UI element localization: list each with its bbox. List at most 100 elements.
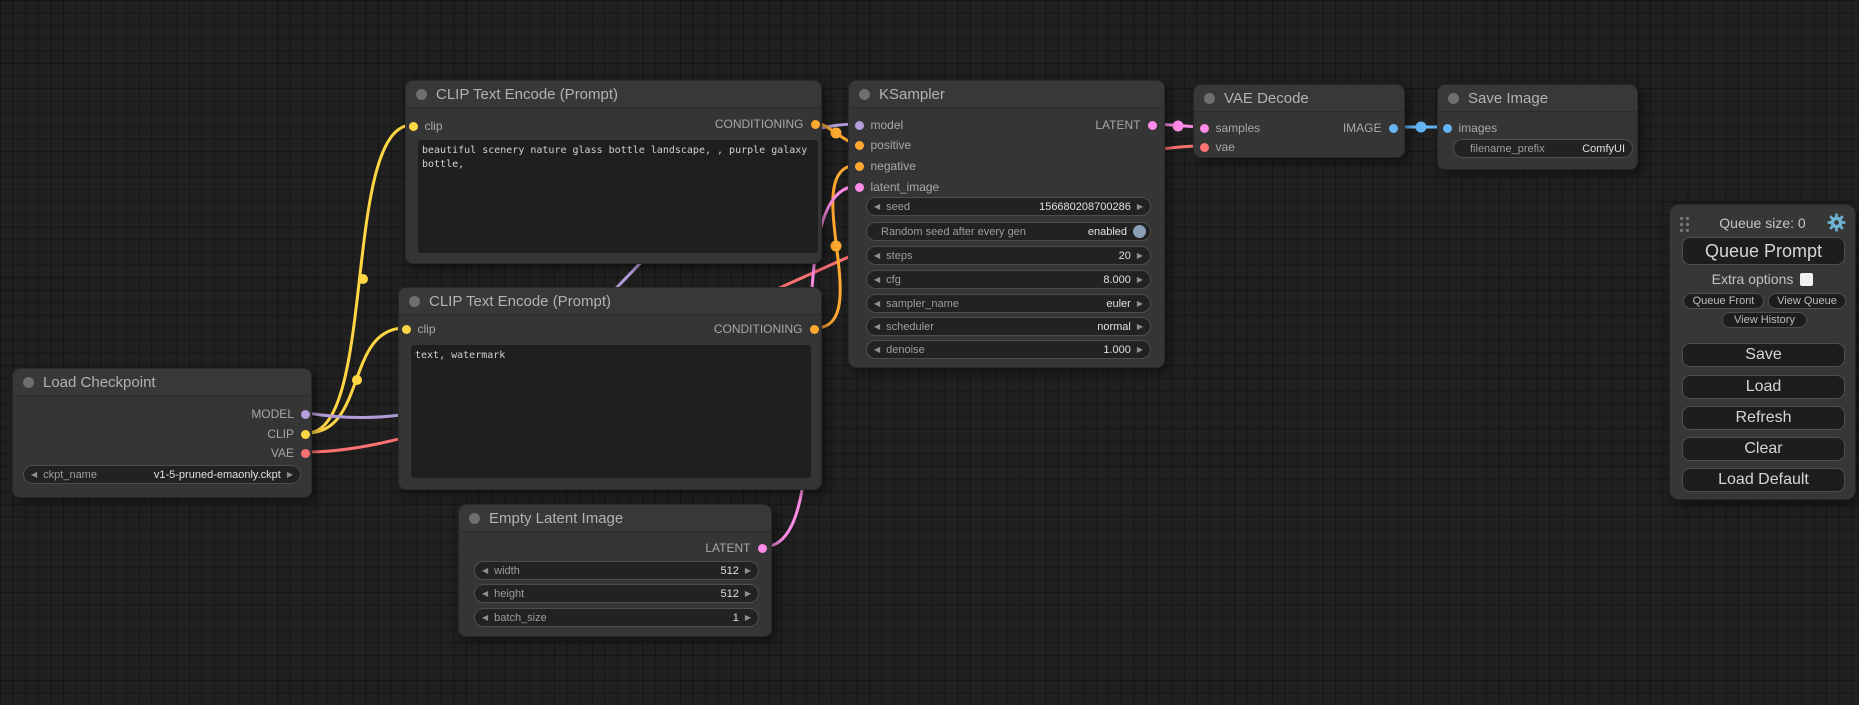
- output-slot-image[interactable]: IMAGE: [1343, 119, 1398, 137]
- height-widget[interactable]: ◀ height 512 ▶: [474, 584, 759, 603]
- increment-arrow-icon[interactable]: ▶: [1137, 276, 1143, 284]
- cfg-widget[interactable]: ◀ cfg 8.000 ▶: [866, 270, 1151, 289]
- extra-options-checkbox[interactable]: [1800, 273, 1813, 286]
- node-title-bar[interactable]: Empty Latent Image: [459, 505, 771, 532]
- node-ksampler[interactable]: KSampler model positive negative latent_…: [848, 80, 1165, 368]
- width-widget[interactable]: ◀ width 512 ▶: [474, 561, 759, 580]
- queue-front-button[interactable]: Queue Front: [1683, 293, 1764, 309]
- node-title-bar[interactable]: Save Image: [1438, 85, 1637, 112]
- output-slot-latent[interactable]: LATENT: [1095, 116, 1156, 134]
- node-title-bar[interactable]: KSampler: [849, 81, 1164, 108]
- node-vae-decode[interactable]: VAE Decode samples vae IMAGE: [1193, 84, 1405, 158]
- image-port-icon[interactable]: [1389, 124, 1398, 133]
- node-title-bar[interactable]: CLIP Text Encode (Prompt): [406, 81, 821, 108]
- node-title-bar[interactable]: Load Checkpoint: [13, 369, 311, 396]
- output-slot-conditioning[interactable]: CONDITIONING: [714, 320, 819, 338]
- collapse-dot-icon[interactable]: [416, 89, 427, 100]
- ckpt-name-widget[interactable]: ◀ ckpt_name v1-5-pruned-emaonly.ckpt ▶: [23, 465, 301, 484]
- decrement-arrow-icon[interactable]: ◀: [874, 346, 880, 354]
- input-slot-vae[interactable]: vae: [1200, 138, 1235, 156]
- scheduler-widget[interactable]: ◀ scheduler normal ▶: [866, 317, 1151, 336]
- increment-arrow-icon[interactable]: ▶: [745, 567, 751, 575]
- increment-arrow-icon[interactable]: ▶: [1137, 300, 1143, 308]
- comfyui-canvas[interactable]: { "colors": { "model": "#B39DDB", "clip"…: [0, 0, 1859, 705]
- node-clip-text-encode-negative[interactable]: CLIP Text Encode (Prompt) clip CONDITION…: [398, 287, 822, 490]
- decrement-arrow-icon[interactable]: ◀: [874, 323, 880, 331]
- negative-prompt-textarea[interactable]: text, watermark: [411, 345, 811, 478]
- collapse-dot-icon[interactable]: [23, 377, 34, 388]
- latent-port-icon[interactable]: [855, 183, 864, 192]
- filename-prefix-widget[interactable]: filename_prefix ComfyUI: [1453, 139, 1633, 158]
- output-slot-vae[interactable]: VAE: [271, 444, 310, 462]
- input-slot-samples[interactable]: samples: [1200, 119, 1261, 137]
- input-slot-latent-image[interactable]: latent_image: [855, 178, 940, 196]
- random-seed-widget[interactable]: Random seed after every gen enabled: [866, 222, 1151, 241]
- denoise-widget[interactable]: ◀ denoise 1.000 ▶: [866, 340, 1151, 359]
- output-slot-clip[interactable]: CLIP: [267, 425, 310, 443]
- clear-button[interactable]: Clear: [1682, 437, 1845, 461]
- view-queue-button[interactable]: View Queue: [1768, 293, 1846, 309]
- vae-port-icon[interactable]: [301, 449, 310, 458]
- input-slot-clip[interactable]: clip: [402, 320, 436, 338]
- decrement-arrow-icon[interactable]: ◀: [874, 300, 880, 308]
- latent-port-icon[interactable]: [1200, 124, 1209, 133]
- decrement-arrow-icon[interactable]: ◀: [31, 471, 37, 479]
- refresh-button[interactable]: Refresh: [1682, 406, 1845, 430]
- steps-widget[interactable]: ◀ steps 20 ▶: [866, 246, 1151, 265]
- collapse-dot-icon[interactable]: [1204, 93, 1215, 104]
- queue-prompt-button[interactable]: Queue Prompt: [1682, 237, 1845, 265]
- input-slot-clip[interactable]: clip: [409, 117, 443, 135]
- increment-arrow-icon[interactable]: ▶: [1137, 323, 1143, 331]
- increment-arrow-icon[interactable]: ▶: [745, 590, 751, 598]
- input-slot-model[interactable]: model: [855, 116, 904, 134]
- load-button[interactable]: Load: [1682, 375, 1845, 399]
- increment-arrow-icon[interactable]: ▶: [1137, 252, 1143, 260]
- decrement-arrow-icon[interactable]: ◀: [482, 590, 488, 598]
- node-save-image[interactable]: Save Image images filename_prefix ComfyU…: [1437, 84, 1638, 170]
- increment-arrow-icon[interactable]: ▶: [287, 471, 293, 479]
- model-port-icon[interactable]: [301, 410, 310, 419]
- decrement-arrow-icon[interactable]: ◀: [482, 614, 488, 622]
- positive-prompt-textarea[interactable]: beautiful scenery nature glass bottle la…: [418, 140, 818, 253]
- output-slot-latent[interactable]: LATENT: [705, 539, 766, 557]
- decrement-arrow-icon[interactable]: ◀: [874, 252, 880, 260]
- collapse-dot-icon[interactable]: [409, 296, 420, 307]
- decrement-arrow-icon[interactable]: ◀: [874, 276, 880, 284]
- conditioning-port-icon[interactable]: [855, 162, 864, 171]
- clip-port-icon[interactable]: [409, 122, 418, 131]
- collapse-dot-icon[interactable]: [469, 513, 480, 524]
- input-slot-images[interactable]: images: [1443, 119, 1498, 137]
- input-slot-negative[interactable]: negative: [855, 157, 916, 175]
- node-title-bar[interactable]: CLIP Text Encode (Prompt): [399, 288, 821, 315]
- input-slot-positive[interactable]: positive: [855, 136, 912, 154]
- collapse-dot-icon[interactable]: [1448, 93, 1459, 104]
- conditioning-port-icon[interactable]: [810, 325, 819, 334]
- decrement-arrow-icon[interactable]: ◀: [874, 203, 880, 211]
- clip-port-icon[interactable]: [402, 325, 411, 334]
- node-title-bar[interactable]: VAE Decode: [1194, 85, 1404, 112]
- image-port-icon[interactable]: [1443, 124, 1452, 133]
- node-clip-text-encode-positive[interactable]: CLIP Text Encode (Prompt) clip CONDITION…: [405, 80, 822, 264]
- clip-port-icon[interactable]: [301, 430, 310, 439]
- toggle-icon[interactable]: [1133, 225, 1146, 238]
- gear-icon[interactable]: [1827, 213, 1846, 232]
- decrement-arrow-icon[interactable]: ◀: [482, 567, 488, 575]
- save-button[interactable]: Save: [1682, 343, 1845, 367]
- latent-port-icon[interactable]: [1148, 121, 1157, 130]
- sampler-name-widget[interactable]: ◀ sampler_name euler ▶: [866, 294, 1151, 313]
- view-history-button[interactable]: View History: [1722, 312, 1807, 328]
- batch-size-widget[interactable]: ◀ batch_size 1 ▶: [474, 608, 759, 627]
- latent-port-icon[interactable]: [758, 544, 767, 553]
- seed-widget[interactable]: ◀ seed 156680208700286 ▶: [866, 197, 1151, 216]
- node-empty-latent-image[interactable]: Empty Latent Image LATENT ◀ width 512 ▶ …: [458, 504, 772, 637]
- conditioning-port-icon[interactable]: [811, 120, 820, 129]
- output-slot-model[interactable]: MODEL: [251, 405, 310, 423]
- increment-arrow-icon[interactable]: ▶: [1137, 346, 1143, 354]
- increment-arrow-icon[interactable]: ▶: [745, 614, 751, 622]
- output-slot-conditioning[interactable]: CONDITIONING: [715, 115, 820, 133]
- load-default-button[interactable]: Load Default: [1682, 468, 1845, 492]
- collapse-dot-icon[interactable]: [859, 89, 870, 100]
- node-load-checkpoint[interactable]: Load Checkpoint MODEL CLIP VAE ◀ ckpt_na…: [12, 368, 312, 498]
- increment-arrow-icon[interactable]: ▶: [1137, 203, 1143, 211]
- conditioning-port-icon[interactable]: [855, 141, 864, 150]
